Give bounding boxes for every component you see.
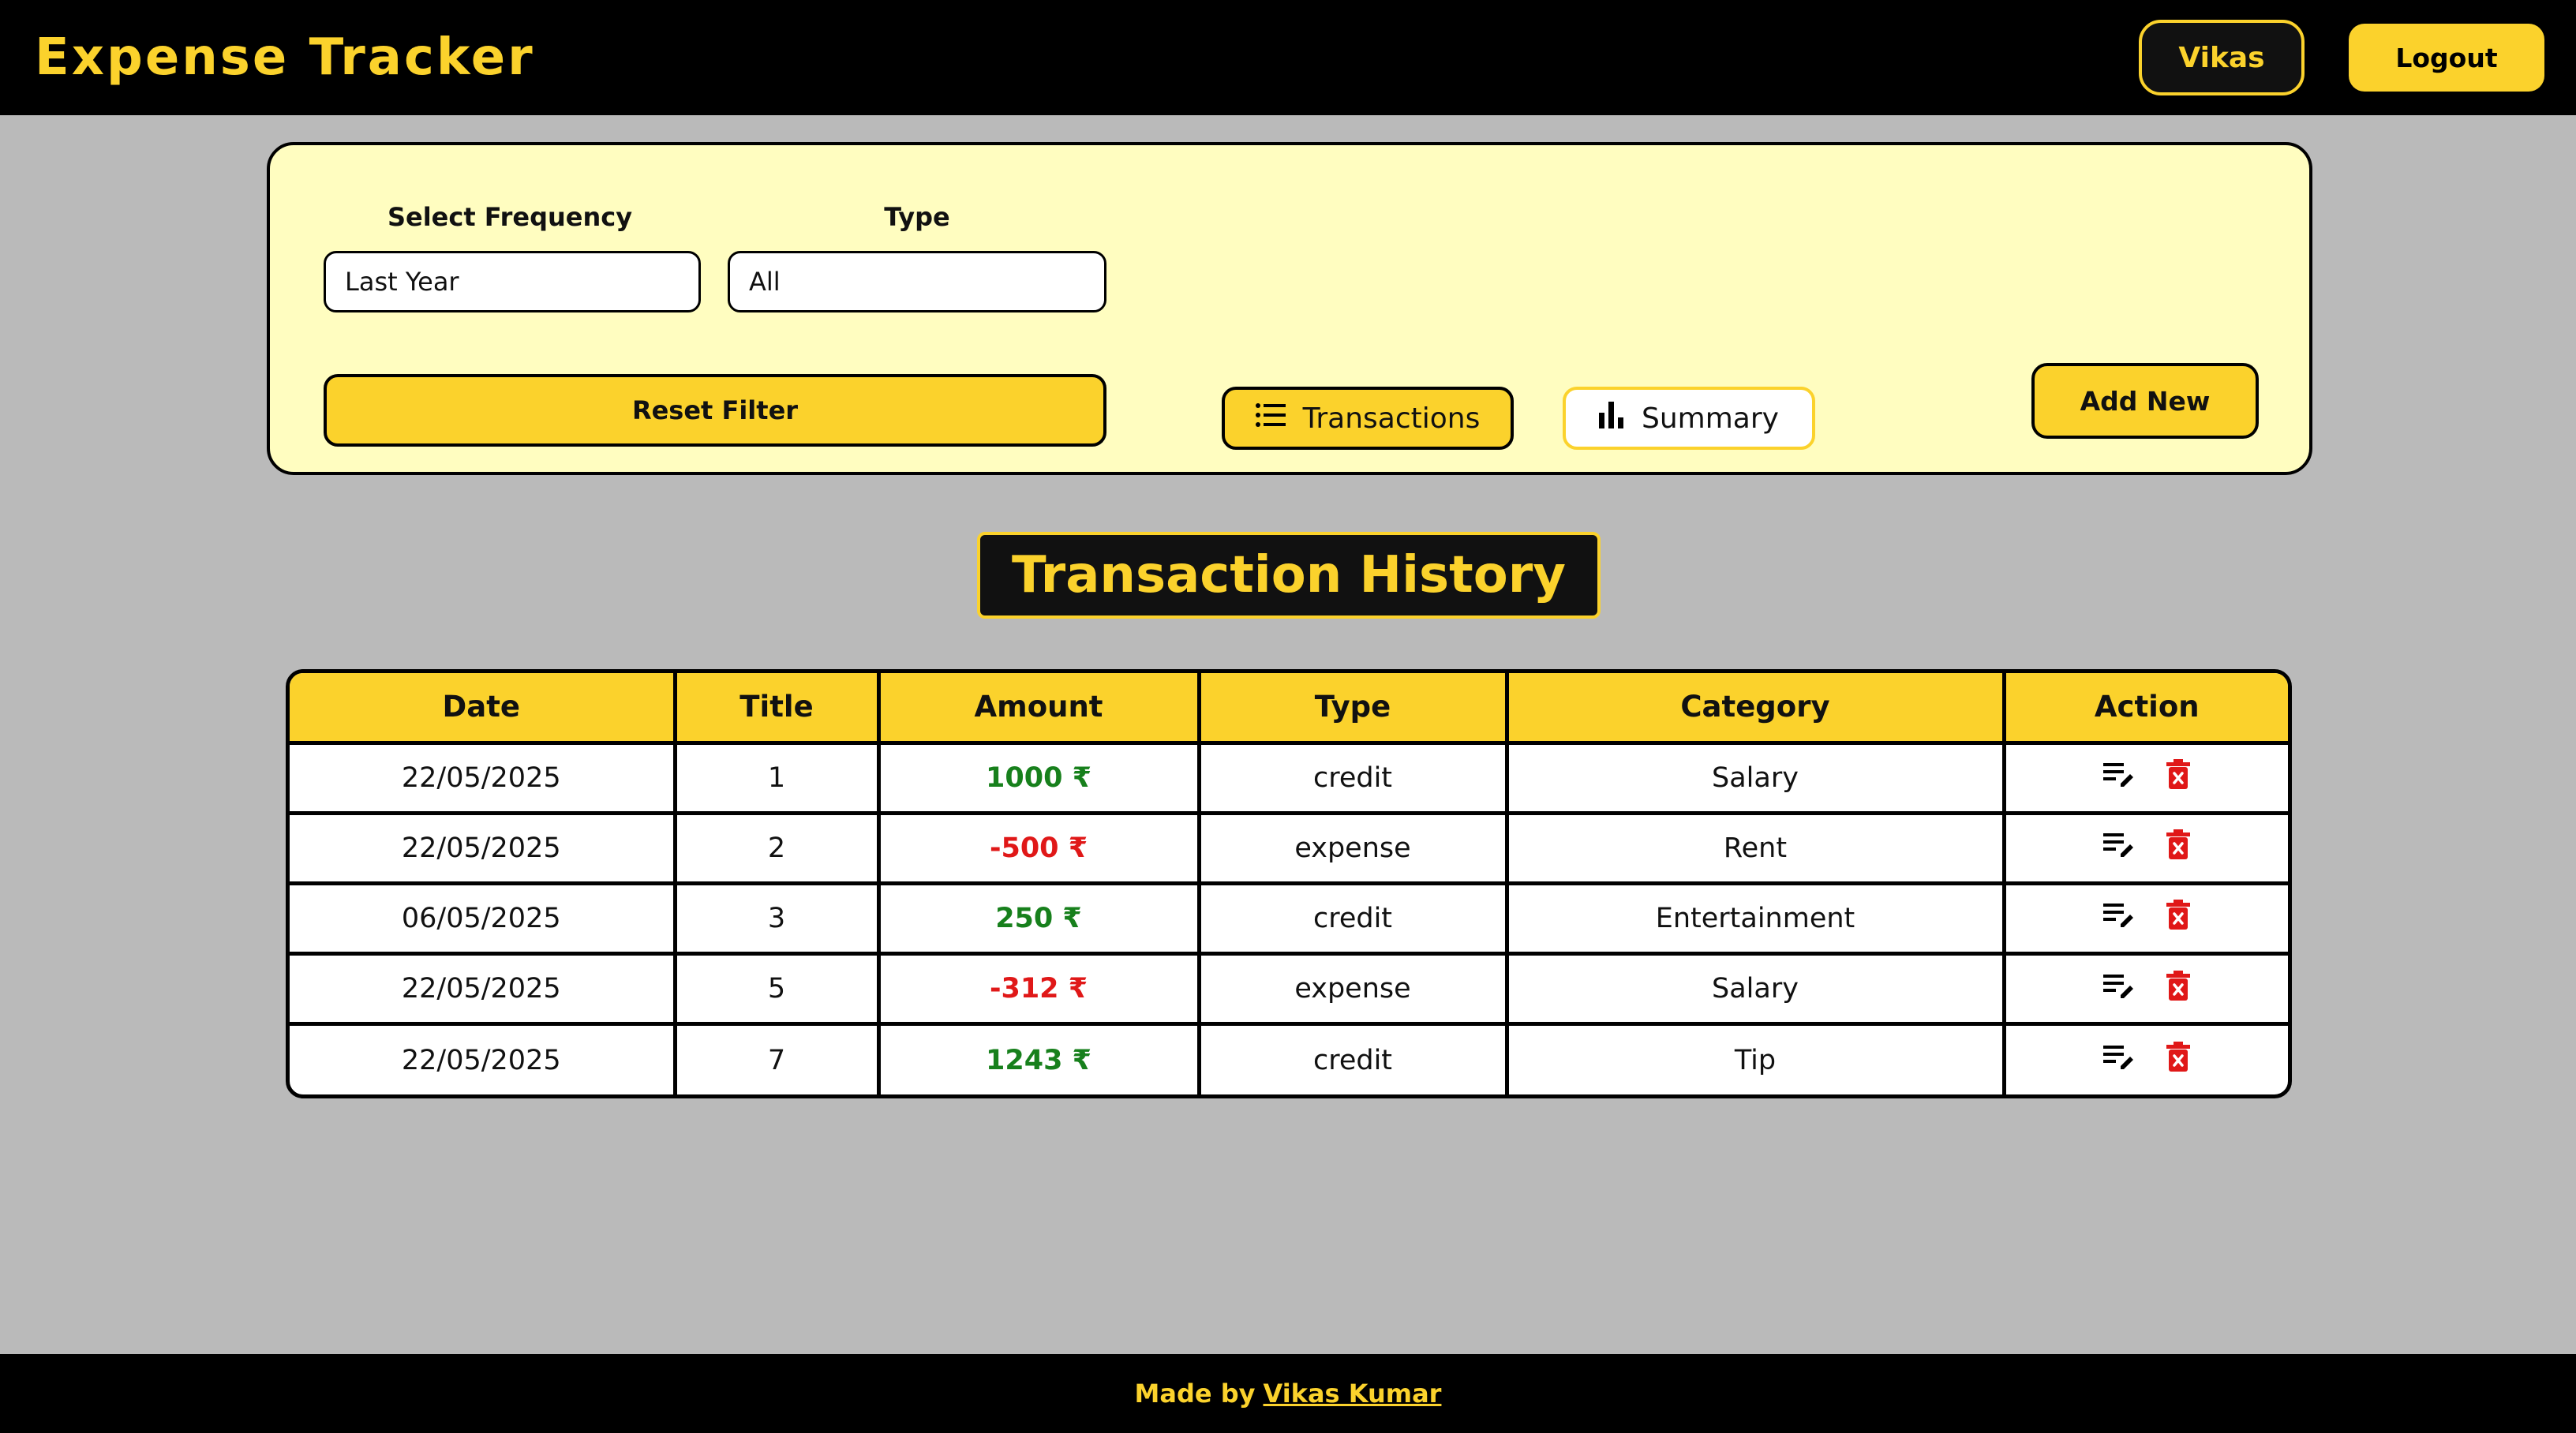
cell-type: credit bbox=[1196, 881, 1509, 956]
table-row: 06/05/2025 3 250 ₹ credit Entertainment bbox=[290, 881, 2288, 956]
type-label: Type bbox=[884, 202, 950, 232]
cell-category: Salary bbox=[1504, 952, 2006, 1027]
filter-panel: Select Frequency Last Year Type All Rese… bbox=[267, 142, 2312, 475]
logout-button[interactable]: Logout bbox=[2349, 24, 2544, 92]
user-button[interactable]: Vikas bbox=[2139, 20, 2305, 95]
table-row: 22/05/2025 5 -312 ₹ expense Salary bbox=[290, 952, 2288, 1027]
column-header-category: Category bbox=[1504, 673, 2006, 745]
app-title: Expense Tracker bbox=[35, 28, 535, 87]
bar-chart-icon bbox=[1599, 401, 1624, 436]
summary-view-label: Summary bbox=[1642, 402, 1779, 435]
cell-title: 5 bbox=[672, 952, 881, 1027]
add-new-button[interactable]: Add New bbox=[2031, 363, 2259, 439]
cell-category: Entertainment bbox=[1504, 881, 2006, 956]
edit-icon[interactable] bbox=[2103, 900, 2135, 936]
cell-date: 22/05/2025 bbox=[290, 810, 677, 885]
list-icon bbox=[1255, 402, 1286, 435]
edit-icon[interactable] bbox=[2103, 1042, 2135, 1078]
top-navbar: Expense Tracker Vikas Logout bbox=[0, 0, 2576, 115]
cell-amount: 1000 ₹ bbox=[876, 740, 1201, 815]
cell-date: 22/05/2025 bbox=[290, 740, 677, 815]
type-select[interactable]: All bbox=[728, 251, 1106, 312]
delete-icon[interactable] bbox=[2166, 829, 2191, 866]
table-header-row: Date Title Amount Type Category Action bbox=[290, 673, 2288, 745]
delete-icon[interactable] bbox=[2166, 1042, 2191, 1079]
cell-category: Tip bbox=[1504, 1022, 2006, 1094]
cell-type: expense bbox=[1196, 810, 1509, 885]
cell-actions bbox=[2001, 952, 2288, 1027]
cell-date: 22/05/2025 bbox=[290, 952, 677, 1027]
edit-icon[interactable] bbox=[2103, 830, 2135, 866]
cell-category: Salary bbox=[1504, 740, 2006, 815]
cell-amount: 250 ₹ bbox=[876, 881, 1201, 956]
cell-category: Rent bbox=[1504, 810, 2006, 885]
table-row: 22/05/2025 7 1243 ₹ credit Tip bbox=[290, 1022, 2288, 1094]
cell-type: credit bbox=[1196, 1022, 1509, 1094]
cell-actions bbox=[2001, 810, 2288, 885]
cell-type: credit bbox=[1196, 740, 1509, 815]
footer: Made by Vikas Kumar bbox=[0, 1354, 2576, 1433]
top-actions: Vikas Logout bbox=[2139, 20, 2544, 95]
column-header-title: Title bbox=[672, 673, 881, 745]
summary-view-button[interactable]: Summary bbox=[1563, 387, 1815, 450]
author-link[interactable]: Vikas Kumar bbox=[1263, 1379, 1441, 1409]
cell-title: 7 bbox=[672, 1022, 881, 1094]
section-title: Transaction History bbox=[977, 532, 1601, 619]
cell-title: 2 bbox=[672, 810, 881, 885]
cell-actions bbox=[2001, 740, 2288, 815]
delete-icon[interactable] bbox=[2166, 970, 2191, 1008]
cell-type: expense bbox=[1196, 952, 1509, 1027]
column-header-amount: Amount bbox=[876, 673, 1201, 745]
cell-actions bbox=[2001, 881, 2288, 956]
cell-date: 22/05/2025 bbox=[290, 1022, 677, 1094]
column-header-action: Action bbox=[2001, 673, 2288, 745]
cell-date: 06/05/2025 bbox=[290, 881, 677, 956]
footer-made-by: Made by bbox=[1134, 1379, 1256, 1409]
table-row: 22/05/2025 2 -500 ₹ expense Rent bbox=[290, 810, 2288, 885]
cell-amount: -312 ₹ bbox=[876, 952, 1201, 1027]
cell-amount: 1243 ₹ bbox=[876, 1022, 1201, 1094]
transactions-view-label: Transactions bbox=[1302, 402, 1481, 435]
transactions-table: Date Title Amount Type Category Action 2… bbox=[286, 669, 2292, 1098]
reset-filter-button[interactable]: Reset Filter bbox=[324, 374, 1106, 447]
column-header-type: Type bbox=[1196, 673, 1509, 745]
delete-icon[interactable] bbox=[2166, 759, 2191, 796]
cell-title: 3 bbox=[672, 881, 881, 956]
cell-title: 1 bbox=[672, 740, 881, 815]
edit-icon[interactable] bbox=[2103, 760, 2135, 795]
cell-actions bbox=[2001, 1022, 2288, 1094]
table-row: 22/05/2025 1 1000 ₹ credit Salary bbox=[290, 740, 2288, 815]
transactions-view-button[interactable]: Transactions bbox=[1222, 387, 1514, 450]
column-header-date: Date bbox=[290, 673, 677, 745]
frequency-label: Select Frequency bbox=[387, 202, 633, 232]
edit-icon[interactable] bbox=[2103, 971, 2135, 1007]
cell-amount: -500 ₹ bbox=[876, 810, 1201, 885]
frequency-select[interactable]: Last Year bbox=[324, 251, 701, 312]
delete-icon[interactable] bbox=[2166, 900, 2191, 937]
